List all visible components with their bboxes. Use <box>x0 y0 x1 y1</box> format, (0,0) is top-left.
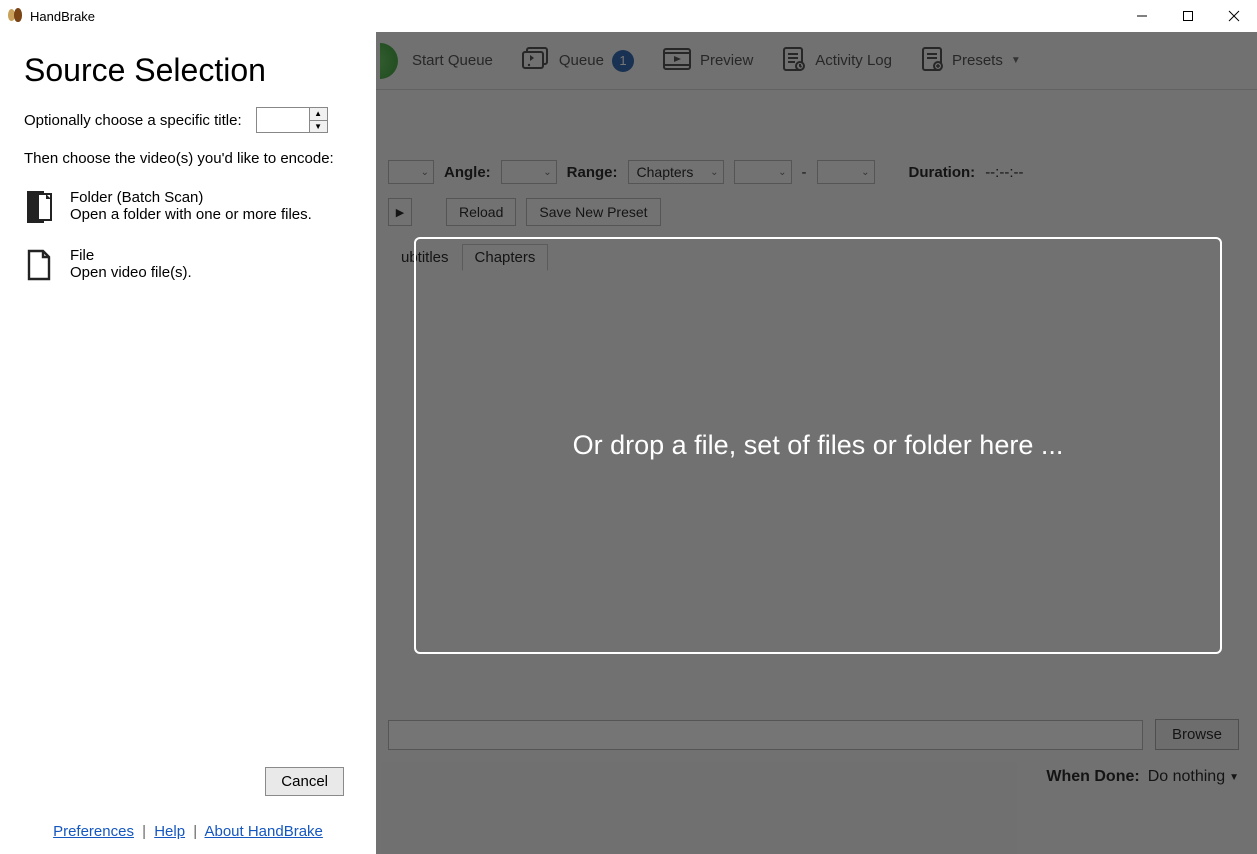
main-toolbar: Start Queue Queue 1 <box>376 32 1257 90</box>
specific-title-label: Optionally choose a specific title: <box>24 112 242 129</box>
queue-button[interactable]: Queue 1 <box>507 32 648 89</box>
file-icon <box>24 247 54 283</box>
open-file-option[interactable]: File Open video file(s). <box>24 247 352 283</box>
window-maximize-button[interactable] <box>1165 0 1211 32</box>
folder-batch-icon <box>24 189 54 225</box>
start-queue-button[interactable]: Start Queue <box>398 32 507 89</box>
footer-links: Preferences | Help | About HandBrake <box>0 823 376 840</box>
open-file-title: File <box>70 247 192 264</box>
preset-expand-button[interactable]: ▶ <box>388 198 412 226</box>
range-end-dropdown[interactable]: ⌄ <box>817 160 875 184</box>
cancel-button[interactable]: Cancel <box>265 767 344 796</box>
range-type-dropdown[interactable]: Chapters⌄ <box>628 160 724 184</box>
specific-title-input[interactable] <box>257 108 309 132</box>
presets-icon <box>920 46 944 76</box>
range-start-dropdown[interactable]: ⌄ <box>734 160 792 184</box>
when-done-label: When Done: <box>1046 768 1139 786</box>
source-selection-heading: Source Selection <box>24 52 352 89</box>
preview-button[interactable]: Preview <box>648 32 767 89</box>
browse-button[interactable]: Browse <box>1155 719 1239 750</box>
queue-count-badge: 1 <box>612 50 634 72</box>
source-meta-row: ⌄ Angle: ⌄ Range: Chapters⌄ ⌄ - ⌄ Durati… <box>376 148 1257 184</box>
reload-preset-button[interactable]: Reload <box>446 198 516 226</box>
file-drop-zone[interactable]: Or drop a file, set of files or folder h… <box>414 237 1222 654</box>
when-done-dropdown[interactable]: Do nothing ▼ <box>1148 768 1239 786</box>
choose-video-instruction: Then choose the video(s) you'd like to e… <box>24 149 334 169</box>
window-minimize-button[interactable] <box>1119 0 1165 32</box>
activity-log-icon <box>781 46 807 76</box>
window-close-button[interactable] <box>1211 0 1257 32</box>
title-dropdown[interactable]: ⌄ <box>388 160 434 184</box>
window-titlebar: HandBrake <box>0 0 1257 32</box>
window-title: HandBrake <box>30 9 95 24</box>
start-encode-icon <box>380 43 398 79</box>
help-link[interactable]: Help <box>154 823 185 840</box>
duration-value: --:--:-- <box>985 164 1023 181</box>
angle-dropdown[interactable]: ⌄ <box>501 160 557 184</box>
preferences-link[interactable]: Preferences <box>53 823 134 840</box>
chevron-down-icon: ▼ <box>1011 55 1021 66</box>
about-link[interactable]: About HandBrake <box>204 823 322 840</box>
open-folder-desc: Open a folder with one or more files. <box>70 206 312 223</box>
preview-icon <box>662 47 692 75</box>
output-path-field[interactable] <box>388 720 1143 750</box>
specific-title-down[interactable]: ▼ <box>310 121 327 133</box>
duration-label: Duration: <box>909 164 976 181</box>
range-separator: - <box>802 164 807 181</box>
activity-log-button[interactable]: Activity Log <box>767 32 906 89</box>
save-new-preset-button[interactable]: Save New Preset <box>526 198 660 226</box>
presets-button[interactable]: Presets ▼ <box>906 32 1035 89</box>
preset-row: ▶ Reload Save New Preset <box>376 184 1257 226</box>
open-folder-option[interactable]: Folder (Batch Scan) Open a folder with o… <box>24 189 352 225</box>
drop-zone-text: Or drop a file, set of files or folder h… <box>573 430 1064 461</box>
range-label: Range: <box>567 164 618 181</box>
output-path-row: Browse <box>376 701 1257 750</box>
app-icon <box>6 7 24 25</box>
open-file-desc: Open video file(s). <box>70 264 192 281</box>
when-done-row: When Done: Do nothing ▼ <box>376 750 1257 786</box>
source-selection-panel: Source Selection Optionally choose a spe… <box>0 32 376 854</box>
specific-title-up[interactable]: ▲ <box>310 108 327 121</box>
specific-title-spinner[interactable]: ▲ ▼ <box>256 107 328 133</box>
queue-icon <box>521 46 551 76</box>
chevron-down-icon: ▼ <box>1229 772 1239 783</box>
open-folder-title: Folder (Batch Scan) <box>70 189 312 206</box>
angle-label: Angle: <box>444 164 491 181</box>
